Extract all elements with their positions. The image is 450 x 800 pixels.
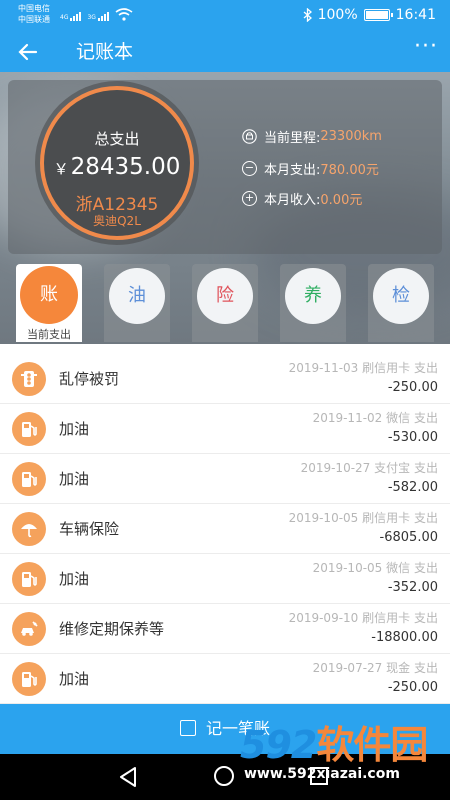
total-expense-label: 总支出 xyxy=(94,130,140,148)
monthly-expense-value: 780.00元 xyxy=(320,162,379,178)
wifi-icon xyxy=(115,8,133,21)
bluetooth-icon xyxy=(303,8,312,22)
fuel-pump-icon xyxy=(12,562,46,596)
fuel-pump-icon xyxy=(12,462,46,496)
record-amount: -250.00 xyxy=(387,680,438,695)
currency-symbol: ￥ xyxy=(53,160,69,178)
monthly-income-label: 本月收入: xyxy=(264,192,321,208)
monthly-income-value: 0.00元 xyxy=(320,192,363,208)
mileage-label: 当前里程: xyxy=(264,130,321,146)
expense-list: 乱停被罚 2019-11-03 刷信用卡 支出 -250.00 加油 2019-… xyxy=(0,354,450,704)
record-amount: -18800.00 xyxy=(371,630,438,645)
record-meta: 2019-11-02 微信 支出 xyxy=(312,411,438,425)
record-title: 维修定期保养等 xyxy=(59,620,165,638)
record-meta: 2019-10-05 微信 支出 xyxy=(312,561,438,575)
plus-circle-icon: + xyxy=(242,190,257,206)
monthly-expense-label: 本月支出: xyxy=(264,162,321,178)
record-amount: -582.00 xyxy=(387,480,438,495)
app-bar: 记账本 ··· xyxy=(0,32,450,72)
record-meta: 2019-07-27 现金 支出 xyxy=(312,661,438,675)
tab-fuel[interactable]: 油 xyxy=(104,264,170,342)
tab-inspection[interactable]: 检 xyxy=(368,264,434,342)
tab-current-expense[interactable]: 账 当前支出 xyxy=(16,264,82,342)
record-amount: -6805.00 xyxy=(379,530,438,545)
list-item[interactable]: 车辆保险 2019-10-05 刷信用卡 支出 -6805.00 xyxy=(0,504,450,554)
total-expense-amount: ￥28435.00 xyxy=(44,154,190,180)
record-amount: -530.00 xyxy=(387,430,438,445)
carrier-1: 中国电信 xyxy=(18,4,50,13)
signal-1-icon: 4G xyxy=(60,12,82,21)
insurance-category-icon: 险 xyxy=(197,268,253,324)
watermark-logo: 592软件园 xyxy=(240,723,428,767)
monthly-income-stat: + 本月收入: 0.00元 xyxy=(242,188,362,208)
nav-back-icon[interactable] xyxy=(118,766,138,788)
minus-circle-icon: − xyxy=(242,160,257,176)
record-title: 加油 xyxy=(59,420,90,438)
carrier-2: 中国联通 xyxy=(18,15,50,24)
carrier-info: 中国电信 中国联通 xyxy=(18,3,50,25)
edit-icon xyxy=(179,720,196,736)
battery-percent: 100% xyxy=(317,7,358,23)
record-title: 加油 xyxy=(59,470,90,488)
car-model: 奥迪Q2L xyxy=(93,214,141,228)
record-meta: 2019-09-10 刷信用卡 支出 xyxy=(288,611,438,625)
list-item[interactable]: 加油 2019-10-27 支付宝 支出 -582.00 xyxy=(0,454,450,504)
fuel-category-icon: 油 xyxy=(109,268,165,324)
total-expense-value: 28435.00 xyxy=(70,154,181,180)
record-title: 加油 xyxy=(59,570,90,588)
back-arrow-icon[interactable] xyxy=(18,39,38,65)
total-expense-circle: 总支出 ￥28435.00 浙A12345 奥迪Q2L xyxy=(40,86,194,240)
record-meta: 2019-11-03 刷信用卡 支出 xyxy=(288,361,438,375)
watermark-url: www.592xiazai.com xyxy=(244,766,400,782)
signal-indicators: 4G 3G xyxy=(60,8,133,21)
fuel-pump-icon xyxy=(12,662,46,696)
mileage-stat: 当前里程: 23300km xyxy=(242,126,382,146)
mileage-icon xyxy=(242,128,257,144)
record-title: 乱停被罚 xyxy=(59,370,120,388)
list-item[interactable]: 乱停被罚 2019-11-03 刷信用卡 支出 -250.00 xyxy=(0,354,450,404)
mileage-value: 23300km xyxy=(320,128,382,144)
battery-icon xyxy=(363,9,393,21)
tab-maintenance[interactable]: 养 xyxy=(280,264,346,342)
record-meta: 2019-10-27 支付宝 支出 xyxy=(300,461,438,475)
traffic-fine-icon xyxy=(12,362,46,396)
list-item[interactable]: 加油 2019-10-05 微信 支出 -352.00 xyxy=(0,554,450,604)
ledger-icon: 账 xyxy=(20,266,78,324)
record-meta: 2019-10-05 刷信用卡 支出 xyxy=(288,511,438,525)
watermark: 592软件园 www.592xiazai.com xyxy=(230,710,445,796)
record-amount: -352.00 xyxy=(387,580,438,595)
inspection-category-icon: 检 xyxy=(373,268,429,324)
more-options-icon[interactable]: ··· xyxy=(414,34,438,60)
list-item[interactable]: 加油 2019-11-02 微信 支出 -530.00 xyxy=(0,404,450,454)
signal-2-icon: 3G xyxy=(87,12,109,21)
tab-current-expense-label: 当前支出 xyxy=(27,328,71,341)
car-repair-icon xyxy=(12,612,46,646)
insurance-umbrella-icon xyxy=(12,512,46,546)
page-title: 记账本 xyxy=(76,41,134,63)
status-bar: 中国电信 中国联通 4G 3G 100% 16:41 xyxy=(0,0,450,32)
maintenance-category-icon: 养 xyxy=(285,268,341,324)
status-right: 100% 16:41 xyxy=(303,7,436,23)
record-title: 车辆保险 xyxy=(59,520,120,538)
clock: 16:41 xyxy=(395,7,436,23)
record-title: 加油 xyxy=(59,670,90,688)
list-item[interactable]: 维修定期保养等 2019-09-10 刷信用卡 支出 -18800.00 xyxy=(0,604,450,654)
fuel-pump-icon xyxy=(12,412,46,446)
tab-insurance[interactable]: 险 xyxy=(192,264,258,342)
record-amount: -250.00 xyxy=(387,380,438,395)
monthly-expense-stat: − 本月支出: 780.00元 xyxy=(242,158,379,178)
list-item[interactable]: 加油 2019-07-27 现金 支出 -250.00 xyxy=(0,654,450,704)
